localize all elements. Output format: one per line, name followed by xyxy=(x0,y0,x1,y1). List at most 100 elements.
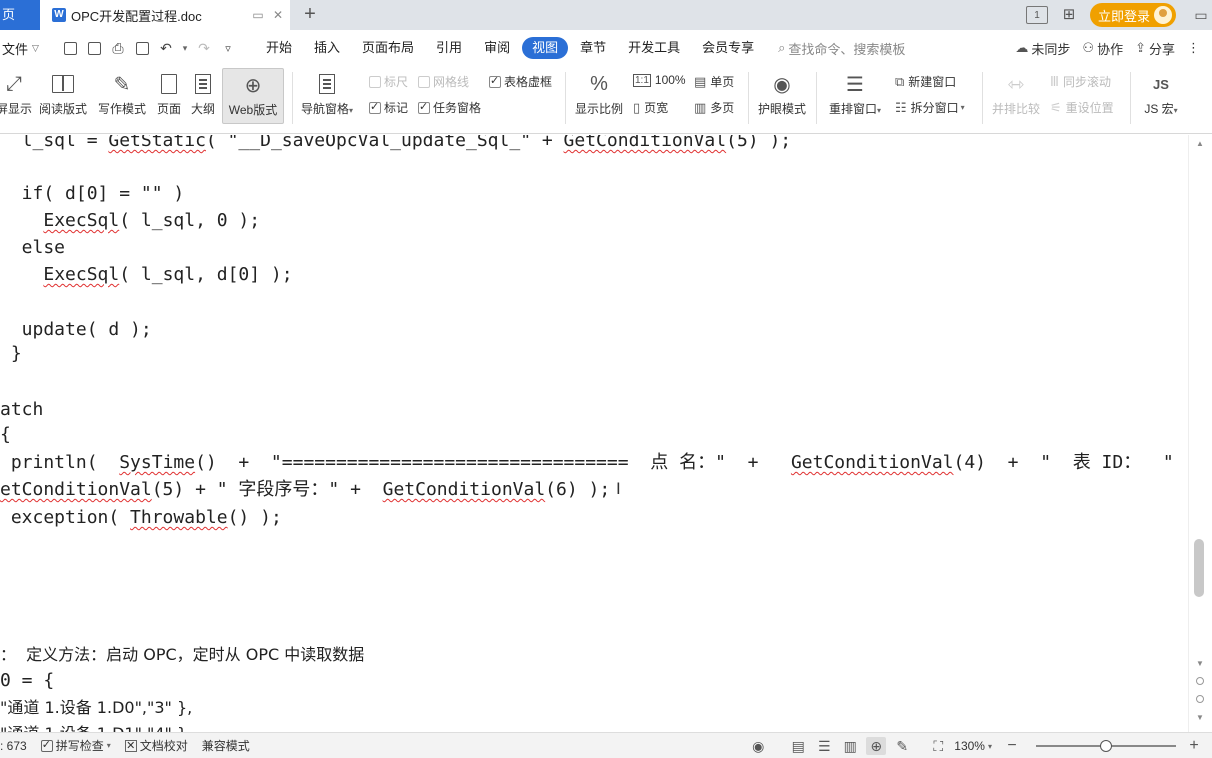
code-text: ( l_sql, 0 ); xyxy=(119,210,261,231)
menu-references[interactable]: 引用 xyxy=(426,37,472,59)
menu-section[interactable]: 章节 xyxy=(570,37,616,59)
outline-view-icon[interactable]: ☰ xyxy=(814,737,834,755)
read-mode-button[interactable]: 阅读版式 xyxy=(38,70,88,117)
word-count[interactable]: : 673 xyxy=(0,739,27,753)
proof-icon: ✕ xyxy=(124,739,137,752)
vertical-scrollbar[interactable]: ▲ ▼ ▼ xyxy=(1188,135,1212,732)
select-browse-icon[interactable] xyxy=(1196,695,1204,703)
code-text: (6) ); xyxy=(545,479,611,500)
maximize-window-icon[interactable]: ▭ xyxy=(1190,7,1212,24)
task-pane-toggle[interactable]: 任务窗格 xyxy=(418,99,481,116)
eye-protection-icon[interactable]: ◉ xyxy=(748,737,768,755)
outline-view-button[interactable]: 大纲 xyxy=(190,70,216,117)
zoom-slider[interactable] xyxy=(1036,737,1176,755)
file-menu[interactable]: 文件 ▽ xyxy=(0,39,50,58)
zoom-out-icon[interactable]: − xyxy=(1002,737,1022,755)
spell-check-checkbox[interactable] xyxy=(40,738,53,752)
task-pane-checkbox[interactable] xyxy=(418,100,430,114)
rearrange-windows-button[interactable]: ☰ 重排窗口▾ xyxy=(826,70,884,117)
web-layout-button[interactable]: ⊕ Web版式 xyxy=(222,68,284,124)
ribbon-divider xyxy=(816,72,817,124)
scrollbar-thumb[interactable] xyxy=(1194,539,1204,597)
quick-access-toolbar: ⎙ ↶ ▾ ↷ ▿ xyxy=(58,39,240,57)
prev-page-icon[interactable] xyxy=(1196,677,1204,685)
window-layout-icon[interactable]: 1 xyxy=(1025,6,1048,24)
write-mode-icon[interactable]: ✎ xyxy=(892,737,912,755)
view-ribbon: ⤢ 屏显示 阅读版式 ✎ 写作模式 页面 大纲 ⊕ Web版式 导航窗格▾ 标尺… xyxy=(0,62,1212,134)
single-page-button[interactable]: ▤ 单页 xyxy=(694,73,734,90)
gridlines-toggle[interactable]: 网格线 xyxy=(418,73,469,90)
multi-page-button[interactable]: ▥ 多页 xyxy=(694,99,734,116)
new-tab-button[interactable]: + xyxy=(300,4,320,26)
ribbon-divider xyxy=(565,72,566,124)
marks-label: 标记 xyxy=(384,101,409,115)
apps-grid-icon[interactable]: ⊞ xyxy=(1058,6,1080,24)
table-gridlines-toggle[interactable]: 表格虚框 xyxy=(489,73,552,90)
split-window-button[interactable]: ☷ 拆分窗口 ▾ xyxy=(895,99,965,116)
more-options-icon[interactable]: ⋮ xyxy=(1187,40,1200,56)
page-width-button[interactable]: ▯ 页宽 xyxy=(633,99,668,116)
misspelled-word: GetConditionVal xyxy=(790,452,954,473)
marks-checkbox[interactable] xyxy=(369,100,381,114)
marks-toggle[interactable]: 标记 xyxy=(369,99,408,116)
zoom-100-button[interactable]: 1:1 100% xyxy=(633,73,686,87)
fit-window-icon[interactable]: ⛶ xyxy=(928,737,948,755)
document-canvas[interactable]: l_sql = GetStatic( "__D_saveOpcVal_updat… xyxy=(0,135,1188,732)
code-text: } xyxy=(0,343,22,364)
undo-dropdown-icon[interactable]: ▾ xyxy=(181,39,189,57)
zoom-level[interactable]: 130% xyxy=(954,739,985,753)
next-page-icon[interactable]: ▼ xyxy=(1196,713,1204,722)
new-window-button[interactable]: ⧉ 新建窗口 xyxy=(895,73,956,90)
sync-scroll-button[interactable]: Ⅲ 同步滚动 xyxy=(1050,73,1111,90)
save-icon[interactable] xyxy=(61,39,79,57)
document-tab[interactable]: W OPC开发配置过程.doc ▭ ✕ xyxy=(40,0,290,30)
menu-home[interactable]: 开始 xyxy=(256,37,302,59)
menu-view[interactable]: 视图 xyxy=(522,37,569,59)
side-by-side-button[interactable]: ⇿ 并排比较 xyxy=(990,70,1042,117)
undo-icon[interactable]: ↶ xyxy=(157,39,175,57)
print-preview-icon[interactable] xyxy=(133,39,151,57)
menu-page-layout[interactable]: 页面布局 xyxy=(352,37,424,59)
write-mode-button[interactable]: ✎ 写作模式 xyxy=(97,70,147,117)
full-screen-button[interactable]: ⤢ 屏显示 xyxy=(0,70,32,117)
page-view-button[interactable]: 页面 xyxy=(156,70,182,117)
share-button[interactable]: ⇪ 分享 xyxy=(1135,39,1175,58)
restore-tab-icon[interactable]: ▭ xyxy=(250,8,266,22)
eye-mode-button[interactable]: ◉ 护眼模式 xyxy=(756,70,808,117)
customize-toolbar-icon[interactable]: ▿ xyxy=(219,39,237,57)
spell-check-toggle[interactable]: 拼写检查 ▾ xyxy=(40,737,111,754)
gridlines-checkbox[interactable] xyxy=(418,75,430,88)
doc-proof-button[interactable]: ✕ 文档校对 xyxy=(124,737,188,754)
zoom-slider-handle[interactable] xyxy=(1100,740,1112,752)
menu-insert[interactable]: 插入 xyxy=(304,37,350,59)
spell-check-label: 拼写检查 xyxy=(55,739,104,753)
login-button[interactable]: 立即登录 xyxy=(1089,3,1176,27)
reset-position-button[interactable]: ⚟ 重设位置 xyxy=(1050,99,1114,116)
redo-icon[interactable]: ↷ xyxy=(195,39,213,57)
js-macro-button[interactable]: JS JS 宏▾ xyxy=(1138,70,1184,117)
ruler-checkbox[interactable] xyxy=(369,75,381,88)
nav-pane-button[interactable]: 导航窗格▾ xyxy=(298,70,356,117)
table-gridlines-checkbox[interactable] xyxy=(489,74,501,88)
zoom-in-icon[interactable]: + xyxy=(1184,737,1204,755)
menu-review[interactable]: 审阅 xyxy=(474,37,520,59)
zoom-dropdown-icon[interactable]: ▾ xyxy=(988,742,992,751)
read-mode-icon[interactable]: ▥ xyxy=(840,737,860,755)
collaborate-button[interactable]: ⚇ 协作 xyxy=(1082,39,1123,58)
scroll-down-icon[interactable]: ▼ xyxy=(1196,659,1204,668)
scroll-up-icon[interactable]: ▲ xyxy=(1196,139,1204,148)
menu-member[interactable]: 会员专享 xyxy=(692,37,764,59)
ruler-toggle[interactable]: 标尺 xyxy=(369,73,408,90)
close-tab-icon[interactable]: ✕ xyxy=(270,8,286,22)
command-search[interactable]: ⌕ 查找命令、搜索模板 xyxy=(778,39,905,58)
web-layout-icon[interactable]: ⊕ xyxy=(866,737,887,755)
code-text: l_sql = xyxy=(0,135,109,151)
sync-status[interactable]: ☁ 未同步 xyxy=(1015,39,1070,58)
export-pdf-icon[interactable] xyxy=(85,39,103,57)
code-line: ExecSql( l_sql, d[0] ); xyxy=(0,264,292,286)
home-tab[interactable]: 页 xyxy=(0,0,40,30)
page-view-icon[interactable]: ▤ xyxy=(788,737,808,755)
print-icon[interactable]: ⎙ xyxy=(109,39,127,57)
zoom-ratio-button[interactable]: % 显示比例 xyxy=(572,70,626,117)
menu-developer[interactable]: 开发工具 xyxy=(618,37,690,59)
